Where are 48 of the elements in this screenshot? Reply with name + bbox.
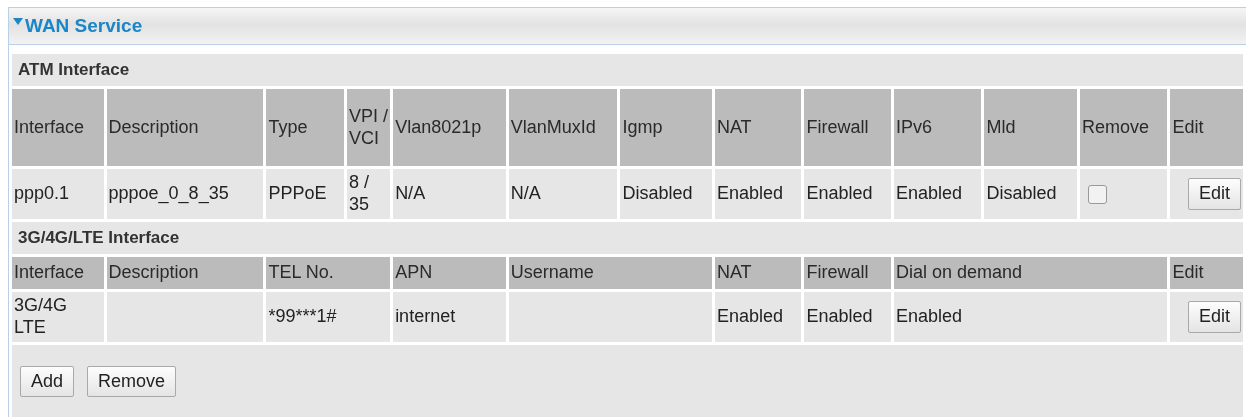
column-header: Username <box>508 257 712 289</box>
table-cell-text: N/A <box>395 183 426 204</box>
table-cell-text: *99***1# <box>268 306 337 327</box>
column-header: NAT <box>714 89 802 166</box>
column-header: Type <box>266 89 344 166</box>
table-cell-text: Enabled <box>716 306 783 327</box>
column-header: Dial on demand <box>893 257 1168 289</box>
column-header: Remove <box>1079 89 1168 166</box>
column-header: Edit <box>1170 257 1243 289</box>
section-title: ATM Interface <box>12 54 1243 86</box>
add-button[interactable]: Add <box>20 365 75 397</box>
column-header: VlanMuxId <box>508 89 618 166</box>
table-cell-text: N/A <box>510 183 541 204</box>
table-cell-text: 8 / 35 <box>348 172 369 214</box>
column-header: Igmp <box>620 89 712 166</box>
collapse-triangle-icon[interactable] <box>13 18 23 26</box>
section-title: 3G/4G/LTE Interface <box>12 222 1243 254</box>
table-cell-text: Enabled <box>895 306 962 327</box>
table-cell-text: Enabled <box>895 183 962 204</box>
edit-button[interactable]: Edit <box>1187 301 1241 333</box>
table-cell-text: Enabled <box>716 183 783 204</box>
panel-title: WAN Service <box>25 15 143 37</box>
column-header: Interface <box>12 257 104 289</box>
column-header: Firewall <box>804 89 891 166</box>
table-cell-text: pppoe_0_8_35 <box>108 183 229 204</box>
column-header: NAT <box>714 257 802 289</box>
column-header: Edit <box>1170 89 1243 166</box>
edit-button[interactable]: Edit <box>1187 178 1241 210</box>
column-header: Vlan8021p <box>393 89 506 166</box>
column-header: APN <box>393 257 506 289</box>
table-cell-text: Enabled <box>806 183 873 204</box>
table-cell-text: Disabled <box>986 183 1057 204</box>
column-header: Mld <box>984 89 1077 166</box>
table-cell-text: Enabled <box>806 306 873 327</box>
column-header: Description <box>106 257 264 289</box>
remove-button[interactable]: Remove <box>87 365 177 397</box>
table-cell-text: 3G/4G LTE <box>14 295 68 337</box>
column-header: VPI / VCI <box>346 89 391 166</box>
table-cell-text: ppp0.1 <box>14 183 70 204</box>
column-header: Interface <box>12 89 104 166</box>
table-cell-text: PPPoE <box>268 183 327 204</box>
column-header: IPv6 <box>893 89 982 166</box>
column-header: TEL No. <box>266 257 391 289</box>
column-header: Description <box>106 89 264 166</box>
table-cell-text: internet <box>395 306 456 327</box>
column-header: Firewall <box>804 257 891 289</box>
table-cell-text: Disabled <box>622 183 693 204</box>
remove-checkbox[interactable] <box>1087 184 1107 204</box>
